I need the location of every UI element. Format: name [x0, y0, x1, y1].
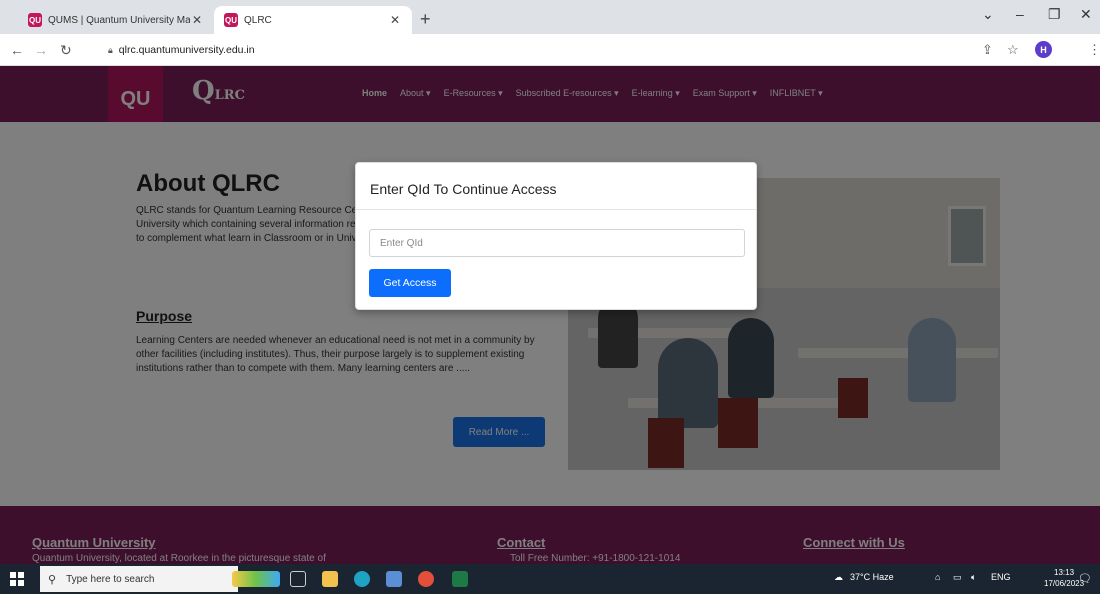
windows-taskbar: ⚲ Type here to search ☁︎ 37°C Haze ⌂ ▭ 🔈…: [0, 564, 1100, 594]
tab-qums[interactable]: QU QUMS | Quantum University Ma... ✕: [18, 6, 214, 34]
display-icon[interactable]: ▭: [953, 572, 962, 583]
profile-avatar[interactable]: H: [1035, 41, 1052, 58]
bookmark-star-icon[interactable]: ☆: [1007, 42, 1019, 58]
browser-tab-strip: QU QUMS | Quantum University Ma... ✕ QU …: [0, 0, 1100, 34]
menu-kebab-icon[interactable]: ⋮: [1088, 42, 1100, 58]
qu-favicon-icon: QU: [28, 13, 42, 27]
lock-icon: 🔒︎: [108, 44, 113, 55]
tab-title: QUMS | Quantum University Ma...: [48, 14, 190, 26]
qu-favicon-icon: QU: [224, 13, 238, 27]
minimize-icon[interactable]: –: [1016, 6, 1024, 22]
taskbar-search[interactable]: ⚲ Type here to search: [40, 566, 238, 592]
new-tab-button[interactable]: +: [420, 9, 431, 30]
url-text: qlrc.quantumuniversity.edu.in: [118, 44, 255, 56]
search-highlight-icon: [232, 571, 280, 587]
chevron-down-icon[interactable]: ⌄: [982, 6, 994, 23]
modal-divider: [356, 209, 756, 210]
task-view-icon[interactable]: [290, 571, 306, 587]
get-access-button[interactable]: Get Access: [369, 269, 451, 297]
share-icon[interactable]: ⇪: [982, 42, 993, 58]
modal-title: Enter QId To Continue Access: [370, 181, 557, 197]
weather-text[interactable]: 37°C Haze: [850, 572, 894, 582]
forward-icon[interactable]: →: [34, 42, 48, 58]
store-icon[interactable]: [386, 571, 402, 587]
close-icon[interactable]: ✕: [190, 13, 204, 27]
qid-input[interactable]: [369, 229, 745, 257]
file-explorer-icon[interactable]: [322, 571, 338, 587]
chrome-icon[interactable]: [418, 571, 434, 587]
excel-icon[interactable]: [452, 571, 468, 587]
weather-icon[interactable]: ☁︎: [834, 572, 843, 583]
tab-qlrc[interactable]: QU QLRC ✕: [214, 6, 412, 34]
edge-browser-icon[interactable]: [354, 571, 370, 587]
modal-backdrop[interactable]: [0, 66, 1100, 564]
address-bar[interactable]: 🔒︎ qlrc.quantumuniversity.edu.in: [98, 39, 966, 61]
website-viewport: QU QLRC Home About ▾ E-Resources ▾ Subsc…: [0, 66, 1100, 564]
taskbar-search-placeholder: Type here to search: [66, 573, 155, 585]
notifications-icon[interactable]: 🗨︎: [1078, 572, 1092, 585]
volume-icon[interactable]: 🔈︎: [971, 572, 976, 583]
window-close-icon[interactable]: ✕: [1080, 6, 1092, 23]
qid-modal: Enter QId To Continue Access Get Access: [355, 162, 757, 310]
reload-icon[interactable]: ↻: [60, 42, 72, 59]
language-indicator[interactable]: ENG: [991, 572, 1011, 582]
tab-title: QLRC: [244, 14, 272, 26]
browser-toolbar: ← → ↻ 🔒︎ qlrc.quantumuniversity.edu.in ⇪…: [0, 34, 1100, 66]
close-icon[interactable]: ✕: [388, 13, 402, 27]
search-icon: ⚲: [48, 573, 57, 586]
restore-icon[interactable]: ❐: [1048, 6, 1061, 23]
network-icon[interactable]: ⌂: [935, 572, 940, 582]
back-icon[interactable]: ←: [10, 42, 24, 58]
windows-start-icon[interactable]: [10, 572, 24, 586]
